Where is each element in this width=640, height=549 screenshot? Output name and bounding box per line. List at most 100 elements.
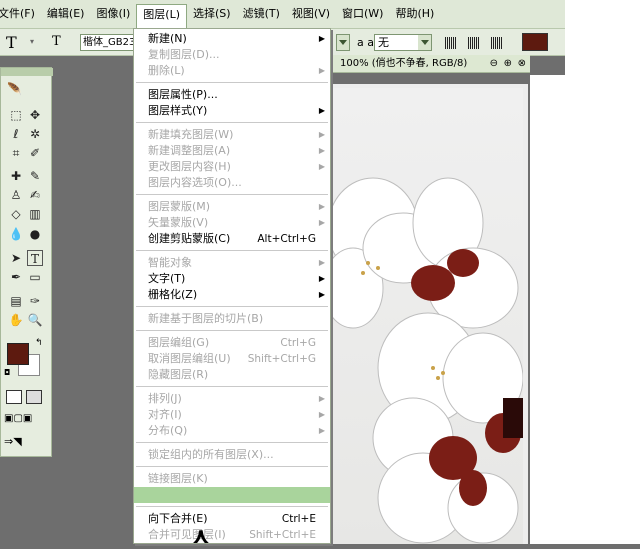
layer-menu-item[interactable]: [134, 487, 330, 503]
menu-item-label: 图层编组(G): [148, 336, 210, 349]
move-tool-icon[interactable]: ✥: [27, 107, 43, 123]
layer-menu-item[interactable]: 复制图层(D)...: [134, 47, 330, 63]
menu-8[interactable]: 帮助(H): [389, 3, 440, 25]
menu-item-shortcut: Ctrl+G: [280, 337, 316, 349]
menu-item-label: 栅格化(Z): [148, 288, 198, 301]
text-orientation-icon[interactable]: T: [52, 34, 61, 49]
layer-menu-item[interactable]: 图层内容选项(O)...: [134, 175, 330, 191]
layer-menu-item[interactable]: 图层蒙版(M) ▶: [134, 199, 330, 215]
layer-menu-item[interactable]: 删除(L) ▶: [134, 63, 330, 79]
layer-menu-item[interactable]: 合并可见图层(I) Shift+Ctrl+E: [134, 527, 330, 543]
swap-colors-icon[interactable]: ↰: [35, 338, 43, 348]
slice-tool-icon[interactable]: ✐: [27, 145, 43, 161]
submenu-arrow-icon: ▶: [318, 394, 325, 403]
layer-menu-item[interactable]: 对齐(I) ▶: [134, 407, 330, 423]
text-color-swatch[interactable]: [522, 33, 548, 51]
menu-item-label: 合并可见图层(I): [148, 528, 226, 541]
submenu-arrow-icon: ▶: [318, 202, 325, 211]
menu-item-shortcut: Shift+Ctrl+G: [247, 353, 316, 365]
layer-menu-item[interactable]: 新建(N) ▶: [134, 31, 330, 47]
crop-tool-icon[interactable]: ⌗: [8, 145, 24, 161]
standard-mode-icon[interactable]: [6, 390, 22, 404]
layer-menu-item[interactable]: 取消图层编组(U) Shift+Ctrl+G: [134, 351, 330, 367]
brush-tool-icon[interactable]: ✎: [27, 168, 43, 184]
layer-menu-item[interactable]: 新建填充图层(W) ▶: [134, 127, 330, 143]
maximize-icon[interactable]: ⊕: [504, 55, 512, 72]
font-family-field[interactable]: 楷体_GB23: [80, 34, 136, 51]
layer-menu-item[interactable]: 图层样式(Y) ▶: [134, 103, 330, 119]
align-right-icon[interactable]: [491, 37, 511, 49]
anti-alias-dropdown[interactable]: [418, 35, 431, 50]
menu-2[interactable]: 图像(I): [90, 3, 136, 25]
menu-item-label: 链接图层(K): [148, 472, 208, 485]
menu-item-label: 更改图层内容(H): [148, 160, 231, 173]
menu-0[interactable]: 文件(F): [0, 3, 41, 25]
layer-menu-item[interactable]: 排列(J) ▶: [134, 391, 330, 407]
menu-separator: [136, 82, 328, 83]
chevron-down-icon[interactable]: ▾: [30, 37, 34, 46]
eyedropper-icon[interactable]: ✑: [27, 293, 43, 309]
menu-item-shortcut: Shift+Ctrl+E: [249, 529, 316, 541]
eraser-tool-icon[interactable]: ◇: [8, 206, 24, 222]
layer-menu-item[interactable]: 新建调整图层(A) ▶: [134, 143, 330, 159]
menu-item-label: 新建填充图层(W): [148, 128, 234, 141]
toolbox-header[interactable]: [1, 68, 53, 76]
layer-menu-item[interactable]: 图层编组(G) Ctrl+G: [134, 335, 330, 351]
marquee-tool-icon[interactable]: ⬚: [8, 107, 24, 123]
chevron-down-icon: [339, 40, 347, 45]
layer-menu-item[interactable]: 向下合并(E) Ctrl+E: [134, 511, 330, 527]
layer-menu-item[interactable]: 链接图层(K): [134, 471, 330, 487]
layer-menu-item[interactable]: 文字(T) ▶: [134, 271, 330, 287]
layer-menu-item[interactable]: 智能对象 ▶: [134, 255, 330, 271]
layer-menu-item[interactable]: 隐藏图层(R): [134, 367, 330, 383]
minimize-icon[interactable]: ⊖: [490, 55, 498, 72]
path-select-icon[interactable]: ➤: [8, 250, 24, 266]
quick-mask-icon[interactable]: [26, 390, 42, 404]
mouse-cursor-icon: ⋏: [192, 524, 210, 549]
layer-menu-item[interactable]: 新建基于图层的切片(B): [134, 311, 330, 327]
menu-6[interactable]: 视图(V): [286, 3, 336, 25]
dodge-tool-icon[interactable]: ●: [27, 226, 43, 242]
default-colors-icon[interactable]: ◘: [4, 368, 10, 377]
menu-item-label: 分布(Q): [148, 424, 188, 437]
healing-brush-icon[interactable]: ✚: [8, 168, 24, 184]
layer-menu-item[interactable]: 分布(Q) ▶: [134, 423, 330, 439]
history-brush-icon[interactable]: ✍: [27, 187, 43, 203]
layer-menu-item[interactable]: 图层属性(P)...: [134, 87, 330, 103]
menu-separator: [136, 122, 328, 123]
font-size-dropdown[interactable]: [336, 34, 350, 51]
menu-4[interactable]: 选择(S): [187, 3, 237, 25]
notes-tool-icon[interactable]: ▤: [8, 293, 24, 309]
close-icon[interactable]: ⊗: [518, 55, 526, 72]
menu-item-label: 智能对象: [148, 256, 192, 269]
document-title-bar[interactable]: 100% (俏也不争春, RGB/8) ⊖ ⊕ ⊗: [330, 55, 530, 73]
foreground-color-swatch-top[interactable]: [7, 343, 29, 365]
jump-to-imageready-icon[interactable]: ⇒◥: [4, 435, 22, 448]
gradient-tool-icon[interactable]: ▥: [27, 206, 43, 222]
magic-wand-icon[interactable]: ✲: [27, 126, 43, 142]
shape-tool-icon[interactable]: ▭: [27, 269, 43, 285]
menu-7[interactable]: 窗口(W): [336, 3, 389, 25]
lasso-tool-icon[interactable]: ℓ: [8, 126, 24, 142]
pen-tool-icon[interactable]: ✒: [8, 269, 24, 285]
chevron-down-icon: [420, 40, 429, 45]
align-center-icon[interactable]: [468, 37, 488, 49]
layer-menu-item[interactable]: 锁定组内的所有图层(X)...: [134, 447, 330, 463]
zoom-tool-icon[interactable]: 🔍: [27, 312, 43, 328]
layer-menu-item[interactable]: 创建剪贴蒙版(C) Alt+Ctrl+G: [134, 231, 330, 247]
blur-tool-icon[interactable]: 💧: [8, 226, 24, 242]
layer-menu-item[interactable]: 栅格化(Z) ▶: [134, 287, 330, 303]
menu-item-label: 取消图层编组(U): [148, 352, 231, 365]
layer-menu-item[interactable]: 矢量蒙版(V) ▶: [134, 215, 330, 231]
hand-tool-icon[interactable]: ✋: [8, 312, 24, 328]
menu-separator: [136, 442, 328, 443]
clone-stamp-icon[interactable]: ♙: [8, 187, 24, 203]
menu-1[interactable]: 编辑(E): [41, 3, 91, 25]
align-left-icon[interactable]: [445, 37, 465, 49]
menu-5[interactable]: 滤镜(T): [237, 3, 286, 25]
text-tool-icon[interactable]: T: [6, 33, 17, 52]
type-tool-icon[interactable]: T: [27, 250, 43, 266]
screen-mode-icon[interactable]: ▣▢▣: [4, 413, 32, 424]
menu-3[interactable]: 图层(L): [136, 3, 188, 29]
layer-menu-item[interactable]: 更改图层内容(H) ▶: [134, 159, 330, 175]
